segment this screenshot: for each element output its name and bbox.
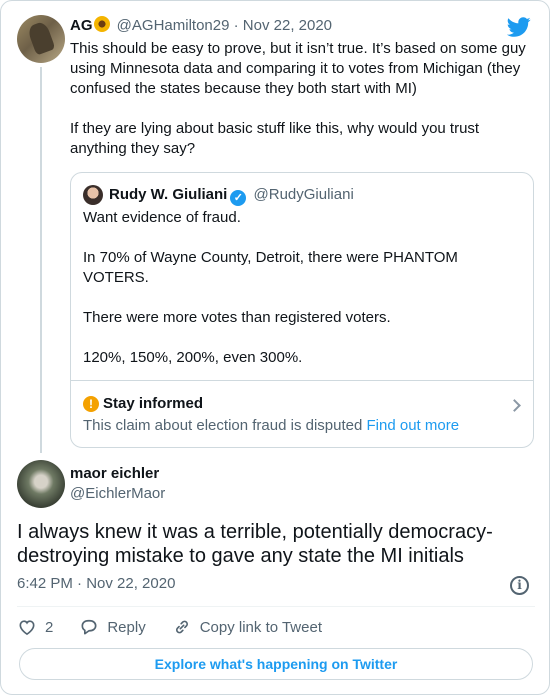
quoted-tweet[interactable]: Rudy W. Giuliani ✓ @RudyGiuliani Want evi… xyxy=(70,172,534,448)
reply-button[interactable]: Reply xyxy=(79,617,146,637)
parent-tweet-text-1: This should be easy to prove, but it isn… xyxy=(70,40,526,97)
info-icon[interactable]: i xyxy=(510,576,529,595)
heart-icon xyxy=(19,620,35,636)
parent-author-handle[interactable]: @AGHamilton29 xyxy=(117,17,230,34)
maor-avatar[interactable] xyxy=(17,460,65,508)
parent-author-name[interactable]: AG xyxy=(70,17,93,34)
copy-link-button[interactable]: Copy link to Tweet xyxy=(172,617,322,637)
like-button[interactable]: 2 xyxy=(17,617,53,637)
thread-line xyxy=(40,67,42,453)
quoted-text-line: 120%, 150%, 200%, even 300%. xyxy=(83,349,303,366)
ag-avatar[interactable] xyxy=(17,15,65,63)
quoted-author-name[interactable]: Rudy W. Giuliani xyxy=(109,186,227,203)
quoted-text-line: In 70% of Wayne County, Detroit, there w… xyxy=(83,249,458,286)
divider xyxy=(17,606,535,607)
reply-timestamp[interactable]: 6:42 PM · Nov 22, 2020 xyxy=(17,574,175,594)
parent-tweet-header: AG @AGHamilton29 · Nov 22, 2020 xyxy=(70,16,332,36)
tweet-actions: 2 Reply Copy link to Tweet xyxy=(17,615,348,639)
copy-link-label: Copy link to Tweet xyxy=(199,618,322,636)
reply-label: Reply xyxy=(107,618,146,636)
parent-tweet-text-2: If they are lying about basic stuff like… xyxy=(70,120,480,157)
reply-author-handle[interactable]: @EichlerMaor xyxy=(70,484,165,504)
explore-twitter-button[interactable]: Explore what's happening on Twitter xyxy=(19,648,533,680)
stay-informed-title: Stay informed xyxy=(103,395,204,412)
twitter-bird-icon[interactable] xyxy=(507,15,531,39)
separator-dot: · xyxy=(233,17,239,34)
tweet-embed-card: AG @AGHamilton29 · Nov 22, 2020 This sho… xyxy=(0,0,550,695)
reply-tweet-text: I always knew it was a terrible, potenti… xyxy=(17,521,493,567)
like-count: 2 xyxy=(45,618,54,636)
reply-author-name[interactable]: maor eichler xyxy=(70,464,159,484)
chevron-right-icon[interactable] xyxy=(508,399,521,412)
quoted-tweet-header: Rudy W. Giuliani ✓ @RudyGiuliani xyxy=(109,185,354,206)
disputed-claim-text: This claim about election fraud is dispu… xyxy=(83,417,363,434)
find-out-more-link[interactable]: Find out more xyxy=(367,417,460,434)
parent-date[interactable]: Nov 22, 2020 xyxy=(243,17,332,34)
link-icon xyxy=(175,620,188,634)
stay-informed-description: This claim about election fraud is dispu… xyxy=(83,416,459,436)
sunflower-icon xyxy=(93,16,110,32)
rudy-avatar[interactable] xyxy=(83,185,103,205)
quoted-text-line: There were more votes than registered vo… xyxy=(83,309,391,326)
verified-badge-icon: ✓ xyxy=(230,190,247,206)
stay-informed-notice[interactable]: ! Stay informed This claim about electio… xyxy=(71,380,533,447)
quoted-text-line: Want evidence of fraud. xyxy=(83,209,241,226)
warning-icon: ! xyxy=(83,396,99,412)
quoted-author-handle[interactable]: @RudyGiuliani xyxy=(254,186,354,203)
reply-bubble-icon xyxy=(81,619,97,635)
